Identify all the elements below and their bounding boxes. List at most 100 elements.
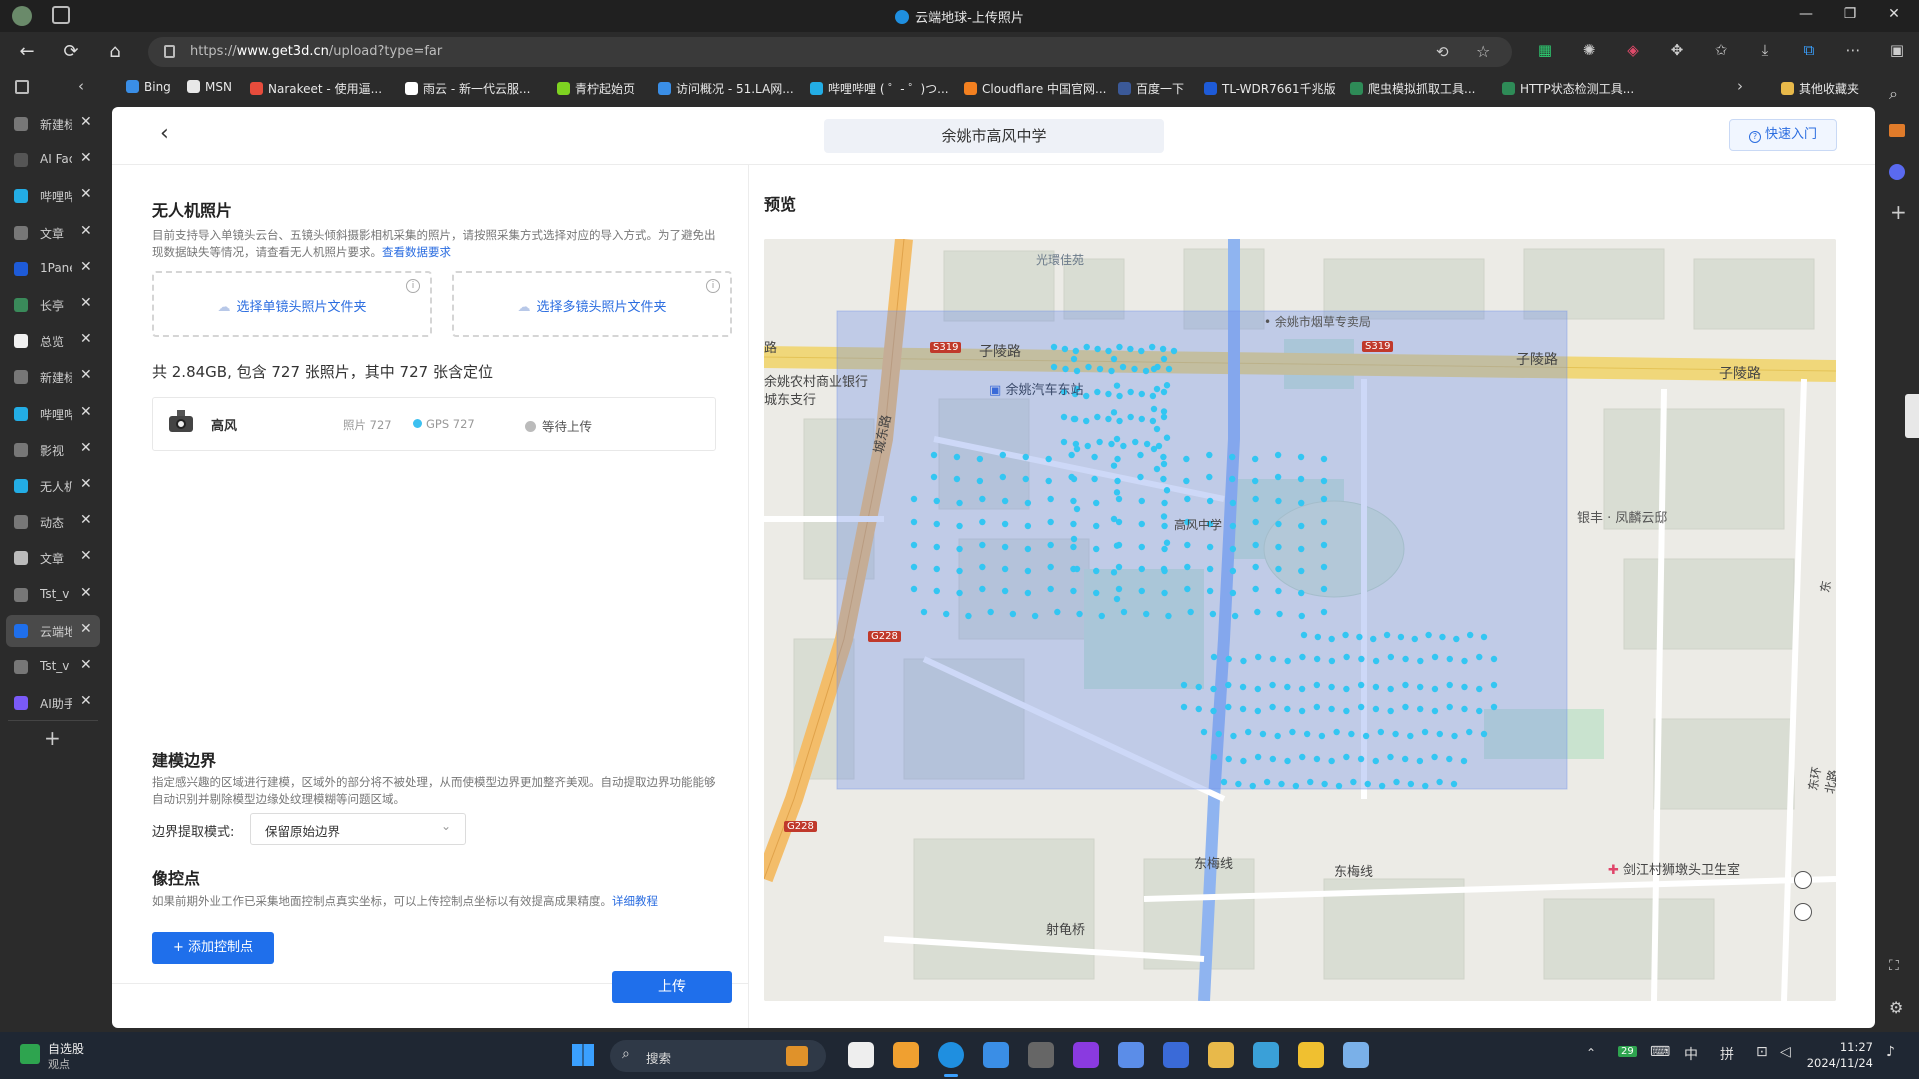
- restore-button[interactable]: ❐: [1840, 6, 1860, 26]
- stock-widget-icon[interactable]: [20, 1044, 40, 1064]
- sidebar-edge-tab[interactable]: [1905, 394, 1919, 438]
- vertical-tab[interactable]: Tst_v ✕: [6, 579, 100, 611]
- translate-icon[interactable]: ⟲: [1436, 43, 1449, 61]
- compass-icon[interactable]: [1794, 903, 1812, 921]
- extension-gear-icon[interactable]: ✺: [1578, 41, 1600, 63]
- volume-icon[interactable]: ◁: [1780, 1044, 1791, 1060]
- edge-app-icon[interactable]: [938, 1042, 964, 1068]
- terminal-icon[interactable]: [1028, 1042, 1054, 1068]
- home-icon[interactable]: ⌂: [102, 40, 128, 66]
- single-lens-dropzone[interactable]: i ☁ 选择单镜头照片文件夹: [152, 271, 432, 337]
- warning-app-icon[interactable]: [1298, 1042, 1324, 1068]
- vertical-tab[interactable]: AI Face ✕: [6, 144, 100, 176]
- media-icon[interactable]: [983, 1042, 1009, 1068]
- favorite-star-icon[interactable]: ☆: [1476, 42, 1490, 61]
- bookmark-item[interactable]: TL-WDR7661千兆版: [1204, 80, 1336, 97]
- circle-app-icon[interactable]: [1073, 1042, 1099, 1068]
- stock-widget-title[interactable]: 自选股: [48, 1040, 84, 1057]
- refresh-icon[interactable]: ⟳: [58, 40, 84, 66]
- vertical-tab[interactable]: 总览 ✕: [6, 325, 100, 357]
- new-tab-plus-icon[interactable]: +: [44, 726, 61, 750]
- bookmark-item[interactable]: HTTP状态检测工具...: [1502, 80, 1634, 97]
- close-window-button[interactable]: ✕: [1884, 6, 1904, 26]
- bookmark-item[interactable]: 青柠起始页: [557, 80, 635, 97]
- vertical-tab[interactable]: 哔哩哔哩 ✕: [6, 398, 100, 430]
- minimize-button[interactable]: —: [1796, 6, 1816, 26]
- vertical-tab[interactable]: 哔哩哔哩 ✕: [6, 180, 100, 212]
- tab-close-icon[interactable]: ✕: [80, 367, 92, 383]
- bookmark-item[interactable]: 哔哩哔哩 ( ゜- ゜)つ...: [810, 80, 949, 97]
- favorites-icon[interactable]: ✩: [1710, 41, 1732, 63]
- data-requirements-link[interactable]: 查看数据要求: [382, 245, 451, 259]
- info-icon[interactable]: i: [406, 279, 420, 293]
- ime-chinese[interactable]: 中: [1684, 1044, 1698, 1064]
- project-name[interactable]: 余姚市高风中学: [824, 119, 1164, 153]
- vertical-tab[interactable]: 无人机 ✕: [6, 470, 100, 502]
- bookmark-item[interactable]: Cloudflare 中国官网...: [964, 80, 1107, 97]
- clock-time[interactable]: 11:27: [1813, 1040, 1873, 1054]
- bookmark-item[interactable]: Narakeet - 使用逼...: [250, 80, 382, 97]
- address-bar[interactable]: https://www.get3d.cn/upload?type=far ⟲ ☆: [148, 37, 1512, 67]
- other-bookmarks-folder[interactable]: 其他收藏夹: [1781, 80, 1859, 97]
- downloads-icon[interactable]: ⤓: [1754, 41, 1776, 63]
- bookmark-item[interactable]: Bing: [126, 80, 171, 94]
- bookmark-item[interactable]: 百度一下: [1118, 80, 1184, 97]
- tab-close-icon[interactable]: ✕: [80, 331, 92, 347]
- monitor-app-icon[interactable]: [1343, 1042, 1369, 1068]
- map-preview[interactable]: 光環佳苑 • 余姚市烟草专卖局 子陵路 子陵路 子陵路 S319 S319 路 …: [764, 239, 1836, 1001]
- sidebar-add-icon[interactable]: +: [1890, 200, 1907, 224]
- tab-close-icon[interactable]: ✕: [80, 693, 92, 709]
- quick-start-button[interactable]: ? 快速入门: [1729, 119, 1837, 151]
- vertical-tab[interactable]: 长亭 ✕: [6, 289, 100, 321]
- sidebar-briefcase-icon[interactable]: [1889, 124, 1905, 137]
- brush-app-icon[interactable]: [1163, 1042, 1189, 1068]
- upload-button[interactable]: 上传: [612, 971, 732, 1003]
- locate-icon[interactable]: [1794, 871, 1812, 889]
- vertical-tab[interactable]: 动态 ✕: [6, 506, 100, 538]
- extension-grid-icon[interactable]: ▦: [1534, 41, 1556, 63]
- extension-red-icon[interactable]: ◈: [1622, 41, 1644, 63]
- tab-close-icon[interactable]: ✕: [80, 295, 92, 311]
- bookmark-item[interactable]: 爬虫模拟抓取工具...: [1350, 80, 1475, 97]
- file-manager-icon[interactable]: [848, 1042, 874, 1068]
- tab-close-icon[interactable]: ✕: [80, 150, 92, 166]
- powershell-icon[interactable]: [1253, 1042, 1279, 1068]
- explorer-folder-icon[interactable]: [1208, 1042, 1234, 1068]
- extensions-puzzle-icon[interactable]: ✥: [1666, 41, 1688, 63]
- collapse-chevron-icon[interactable]: ‹: [78, 77, 84, 95]
- sidebar-search-icon[interactable]: ⌕: [1889, 84, 1898, 104]
- ime-pinyin[interactable]: 拼: [1720, 1044, 1734, 1064]
- back-arrow-icon[interactable]: ←: [14, 40, 40, 66]
- bookmark-item[interactable]: 雨云 - 新一代云服...: [405, 80, 530, 97]
- network-icon[interactable]: ⊡: [1756, 1044, 1768, 1060]
- vertical-tab[interactable]: 云端地球 ✕: [6, 614, 100, 647]
- tab-close-icon[interactable]: ✕: [80, 440, 92, 456]
- keyboard-icon[interactable]: ⌨: [1650, 1044, 1670, 1060]
- bookmark-item[interactable]: MSN: [187, 80, 232, 94]
- tutorial-link[interactable]: 详细教程: [612, 894, 658, 908]
- vertical-tab[interactable]: AI助手 ✕: [6, 687, 100, 719]
- clock-date[interactable]: 2024/11/24: [1800, 1056, 1873, 1070]
- vertical-tab[interactable]: 新建标签页 ✕: [6, 361, 100, 393]
- vertical-tab[interactable]: Tst_v ✕: [6, 651, 100, 683]
- vertical-tabs-icon[interactable]: [15, 80, 29, 94]
- tab-close-icon[interactable]: ✕: [80, 114, 92, 130]
- tab-close-icon[interactable]: ✕: [80, 186, 92, 202]
- boundary-mode-select[interactable]: 保留原始边界 ⌄: [250, 813, 466, 845]
- sidebar-screenshot-icon[interactable]: ⛶: [1889, 958, 1899, 974]
- info-icon[interactable]: i: [706, 279, 720, 293]
- back-chevron-icon[interactable]: ‹: [160, 123, 184, 147]
- tab-close-icon[interactable]: ✕: [80, 476, 92, 492]
- notification-bell-icon[interactable]: ♪: [1886, 1044, 1895, 1060]
- tab-close-icon[interactable]: ✕: [80, 259, 92, 275]
- start-windows-icon[interactable]: [572, 1044, 594, 1066]
- search-app-icon[interactable]: [893, 1042, 919, 1068]
- tray-chevron-icon[interactable]: ⌃: [1586, 1046, 1596, 1060]
- url-text[interactable]: https://www.get3d.cn/upload?type=far: [190, 44, 442, 59]
- vertical-tab[interactable]: 1Panel ✕: [6, 253, 100, 285]
- multi-lens-dropzone[interactable]: i ☁ 选择多镜头照片文件夹: [452, 271, 732, 337]
- tab-close-icon[interactable]: ✕: [80, 404, 92, 420]
- more-menu-icon[interactable]: ⋯: [1842, 41, 1864, 63]
- tab-close-icon[interactable]: ✕: [80, 512, 92, 528]
- vertical-tab[interactable]: 文章 ✕: [6, 217, 100, 249]
